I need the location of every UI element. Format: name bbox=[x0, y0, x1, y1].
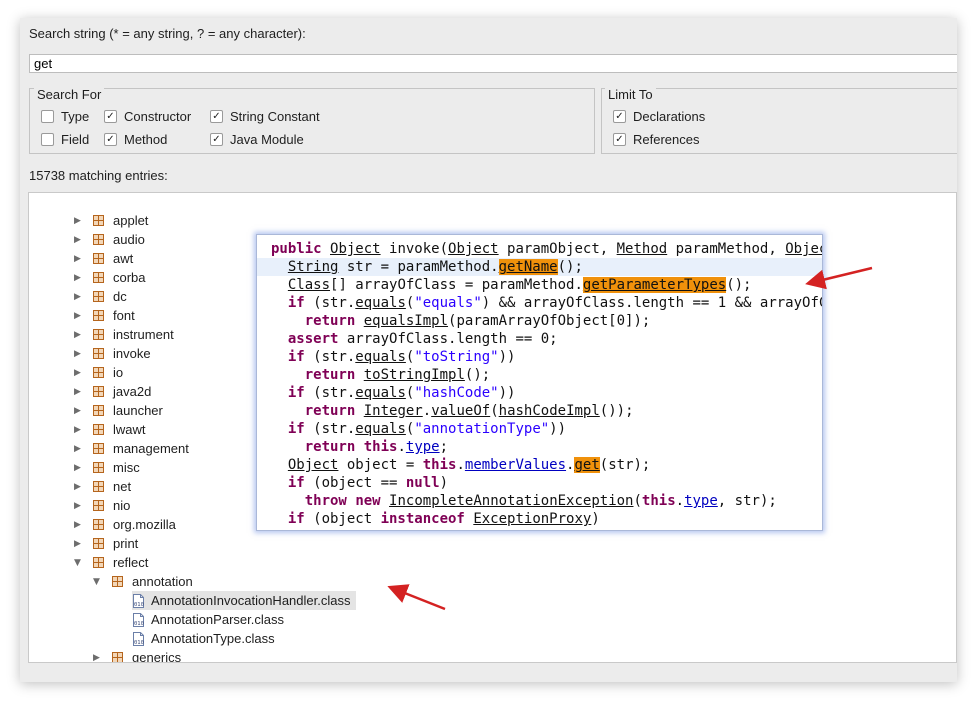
red-arrow-icon bbox=[387, 584, 446, 611]
red-arrow-icon bbox=[805, 266, 873, 290]
annotation-arrows bbox=[387, 266, 873, 611]
